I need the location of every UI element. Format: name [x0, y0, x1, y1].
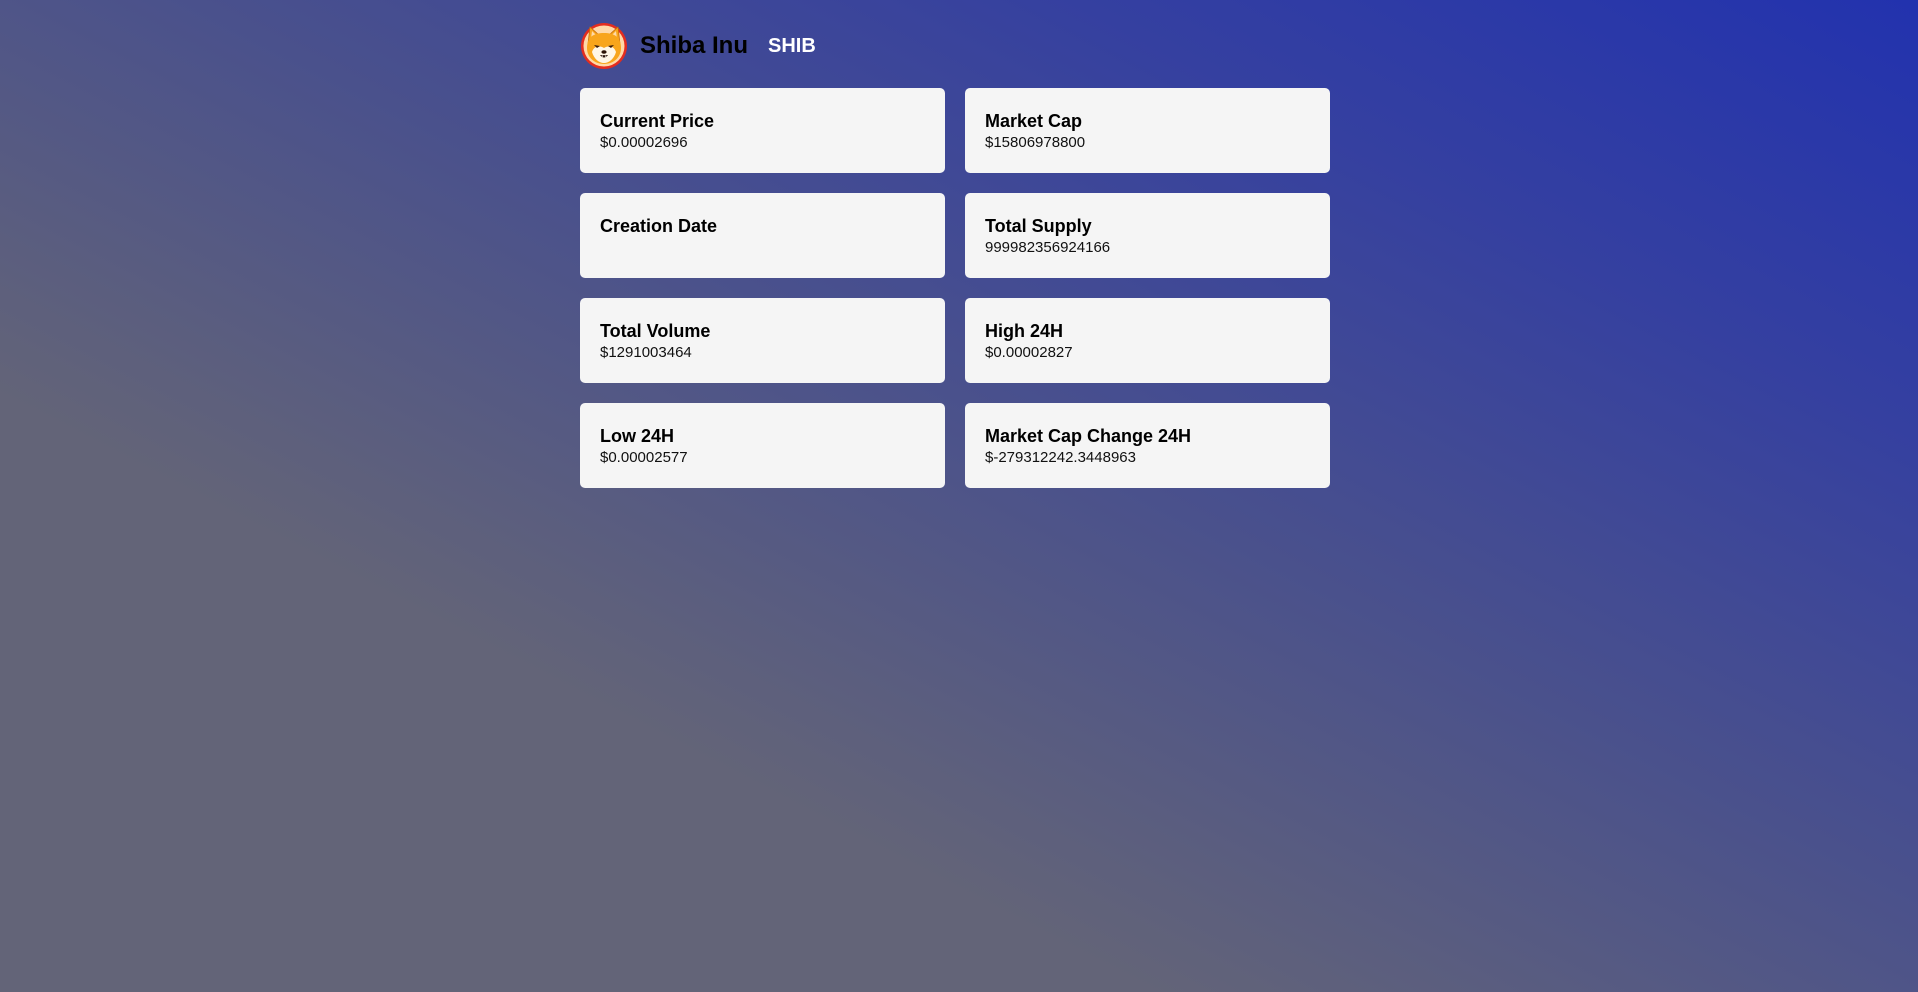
coin-symbol: SHIB	[768, 34, 816, 57]
coin-detail-page: Shiba Inu SHIB Current Price $0.00002696…	[580, 16, 1330, 488]
stat-value: $0.00002696	[600, 134, 688, 151]
stat-card-market-cap-change-24h: Market Cap Change 24H $-279312242.344896…	[965, 403, 1330, 488]
stat-value: $1291003464	[600, 344, 692, 361]
stat-card-current-price: Current Price $0.00002696	[580, 88, 945, 173]
stat-value: $15806978800	[985, 134, 1086, 151]
stat-label: Market Cap	[985, 111, 1083, 131]
stat-card-total-supply: Total Supply 999982356924166	[965, 193, 1330, 278]
stat-card-high-24h: High 24H $0.00002827	[965, 298, 1330, 383]
stat-label: Current Price	[600, 111, 715, 131]
stat-card-creation-date: Creation Date	[580, 193, 945, 278]
stat-value: $0.00002827	[985, 344, 1073, 361]
coin-name: Shiba Inu	[640, 32, 748, 59]
stat-label: High 24H	[985, 321, 1064, 341]
stat-label: Market Cap Change 24H	[985, 426, 1192, 446]
stat-value: 999982356924166	[985, 239, 1111, 256]
stat-label: Total Supply	[985, 216, 1092, 236]
stat-label: Creation Date	[600, 216, 718, 236]
stat-value	[600, 238, 925, 258]
stat-card-low-24h: Low 24H $0.00002577	[580, 403, 945, 488]
stat-card-total-volume: Total Volume $1291003464	[580, 298, 945, 383]
coin-header: Shiba Inu SHIB	[580, 16, 1330, 76]
stats-grid: Current Price $0.00002696 Market Cap $15…	[580, 88, 1330, 488]
shiba-inu-logo-icon	[581, 23, 627, 69]
stat-card-market-cap: Market Cap $15806978800	[965, 88, 1330, 173]
stat-value: $0.00002577	[600, 449, 688, 466]
stat-value: $-279312242.3448963	[985, 449, 1136, 466]
stat-label: Low 24H	[600, 426, 675, 446]
stat-label: Total Volume	[600, 321, 711, 341]
